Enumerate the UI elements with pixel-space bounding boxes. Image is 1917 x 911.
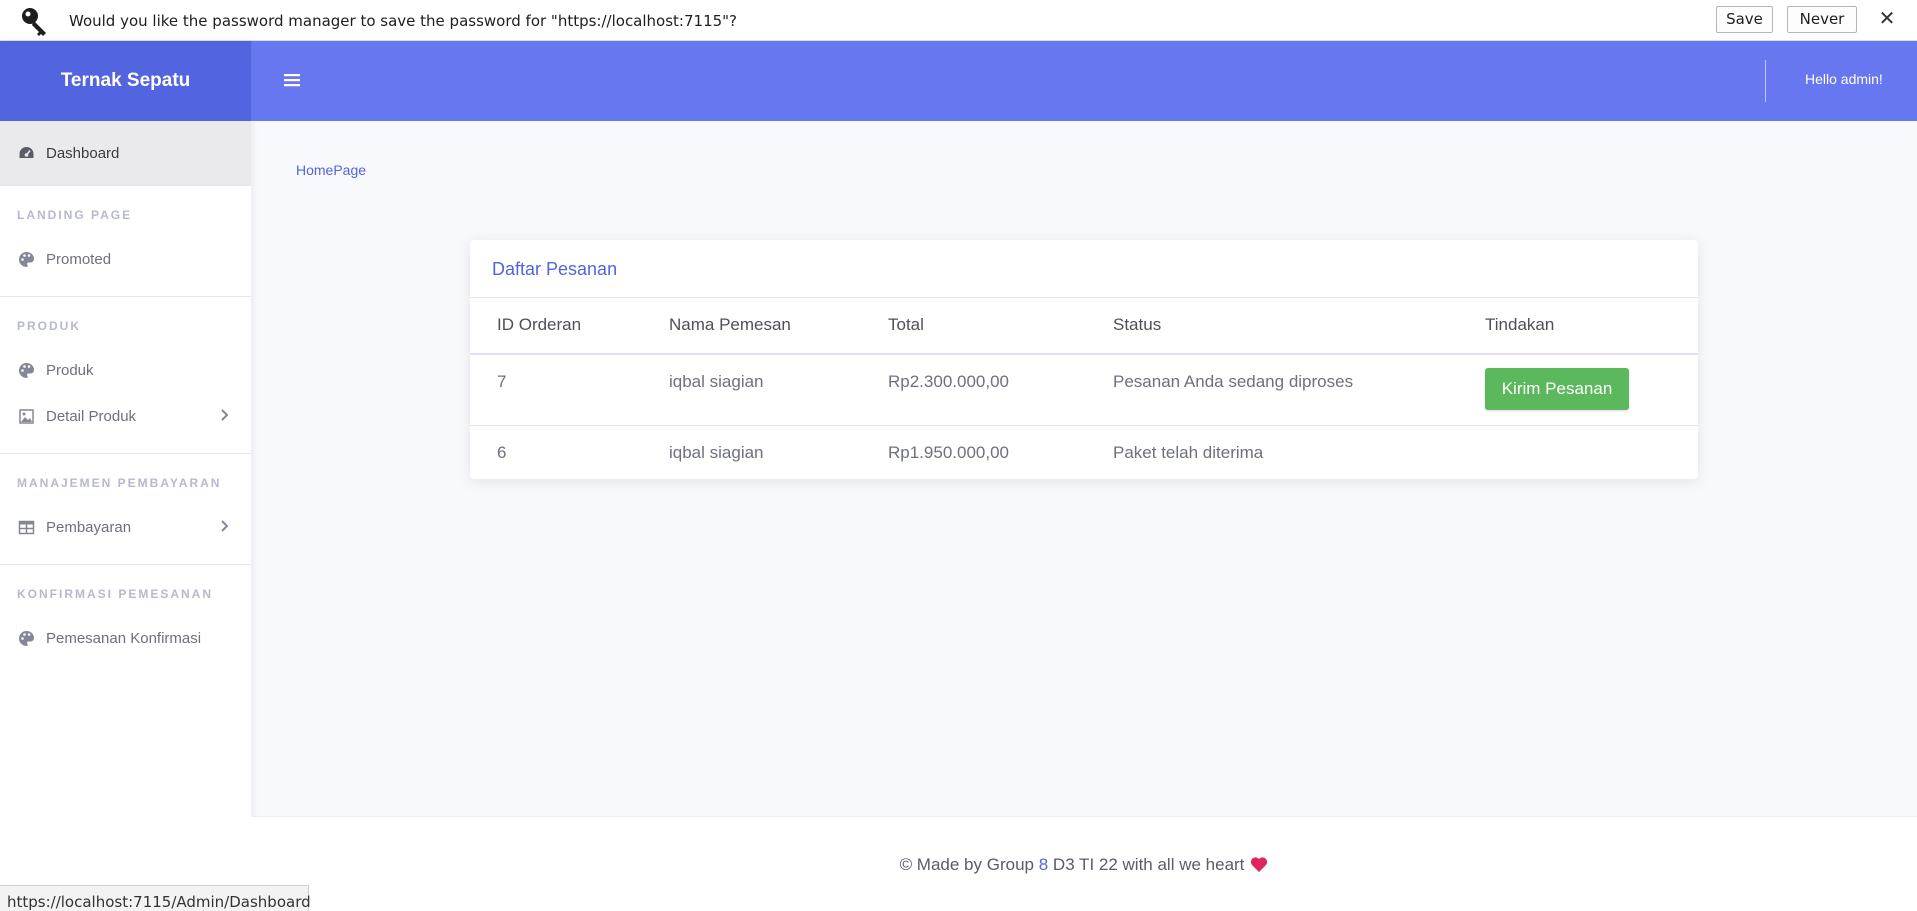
column-header-status: Status <box>1113 315 1162 334</box>
order-total: Rp1.950.000,00 <box>888 443 1009 462</box>
palette-icon <box>19 630 34 646</box>
column-header-name: Nama Pemesan <box>669 315 791 334</box>
sidebar-item-detail-produk[interactable]: Detail Produk <box>0 393 251 439</box>
sidebar-item-pemesanan-konfirmasi[interactable]: Pemesanan Konfirmasi <box>0 615 251 661</box>
topbar-divider <box>1765 60 1766 102</box>
chevron-right-icon <box>221 520 229 532</box>
sidebar-item-label: Pembayaran <box>46 518 132 536</box>
sidebar-item-produk[interactable]: Produk <box>0 347 251 393</box>
sidebar-item-dashboard[interactable]: Dashboard <box>0 121 251 186</box>
order-status: Paket telah diterima <box>1113 443 1264 462</box>
status-url: https://localhost:7115/Admin/Dashboard <box>0 885 311 911</box>
sidebar-item-label: Promoted <box>46 250 112 268</box>
user-greeting[interactable]: Hello admin! <box>1805 71 1883 87</box>
sidebar-divider <box>0 564 251 565</box>
sidebar-divider <box>0 296 251 297</box>
hamburger-menu-icon[interactable] <box>284 72 300 88</box>
footer-prefix: © Made by Group <box>899 855 1039 874</box>
order-total: Rp2.300.000,00 <box>888 372 1009 391</box>
palette-icon <box>19 362 34 378</box>
column-header-id: ID Orderan <box>497 315 582 334</box>
sidebar-item-promoted[interactable]: Promoted <box>0 236 251 282</box>
customer-name: iqbal siagian <box>669 443 764 462</box>
section-heading-konfirmasi-pemesanan: KONFIRMASI PEMESANAN <box>17 587 214 601</box>
topbar: Hello admin! <box>251 41 1917 121</box>
table-header-row: ID Orderan Nama Pemesan Total Status Tin… <box>470 298 1698 355</box>
footer: © Made by Group 8 D3 TI 22 with all we h… <box>251 816 1917 911</box>
order-id: 7 <box>497 372 507 391</box>
never-save-button[interactable]: Never <box>1787 6 1857 33</box>
footer-text: © Made by Group 8 D3 TI 22 with all we h… <box>251 855 1917 875</box>
palette-icon <box>19 251 34 267</box>
sidebar-divider <box>0 453 251 454</box>
footer-suffix: D3 TI 22 with all we heart <box>1048 855 1245 874</box>
password-save-message: Would you like the password manager to s… <box>69 12 738 30</box>
brand-title[interactable]: Ternak Sepatu <box>0 41 251 121</box>
tachometer-icon <box>19 146 34 158</box>
footer-group-number: 8 <box>1038 855 1049 874</box>
sidebar-item-label: Produk <box>46 361 94 379</box>
table-icon <box>18 520 35 534</box>
order-status: Pesanan Anda sedang diproses <box>1113 372 1354 391</box>
column-header-total: Total <box>888 315 924 334</box>
sidebar: Ternak Sepatu Dashboard LANDING PAGE Pro… <box>0 41 251 911</box>
close-icon[interactable]: ✕ <box>1876 8 1898 30</box>
sidebar-item-pembayaran[interactable]: Pembayaran <box>0 504 251 550</box>
chevron-right-icon <box>221 409 229 421</box>
save-password-button[interactable]: Save <box>1716 6 1773 33</box>
section-heading-manajemen-pembayaran: MANAJEMEN PEMBAYARAN <box>17 476 222 490</box>
customer-name: iqbal siagian <box>669 372 764 391</box>
column-header-action: Tindakan <box>1485 315 1555 334</box>
image-icon <box>19 408 34 424</box>
card-title: Daftar Pesanan <box>470 240 1698 298</box>
section-heading-produk: PRODUK <box>17 319 82 333</box>
breadcrumb-homepage[interactable]: HomePage <box>296 162 366 178</box>
table-row: 6 iqbal siagian Rp1.950.000,00 Paket tel… <box>470 426 1698 483</box>
orders-card: Daftar Pesanan ID Orderan Nama Pemesan T… <box>470 240 1698 479</box>
password-save-bar: Would you like the password manager to s… <box>0 0 1917 41</box>
table-row: 7 iqbal siagian Rp2.300.000,00 Pesanan A… <box>470 355 1698 426</box>
kirim-pesanan-button[interactable]: Kirim Pesanan <box>1485 368 1629 410</box>
sidebar-item-label: Dashboard <box>46 144 120 162</box>
key-icon <box>22 8 46 36</box>
sidebar-item-label: Pemesanan Konfirmasi <box>46 629 202 647</box>
heart-icon <box>1251 857 1268 872</box>
sidebar-item-label: Detail Produk <box>46 407 137 425</box>
section-heading-landing-page: LANDING PAGE <box>17 208 133 222</box>
order-id: 6 <box>497 443 507 462</box>
